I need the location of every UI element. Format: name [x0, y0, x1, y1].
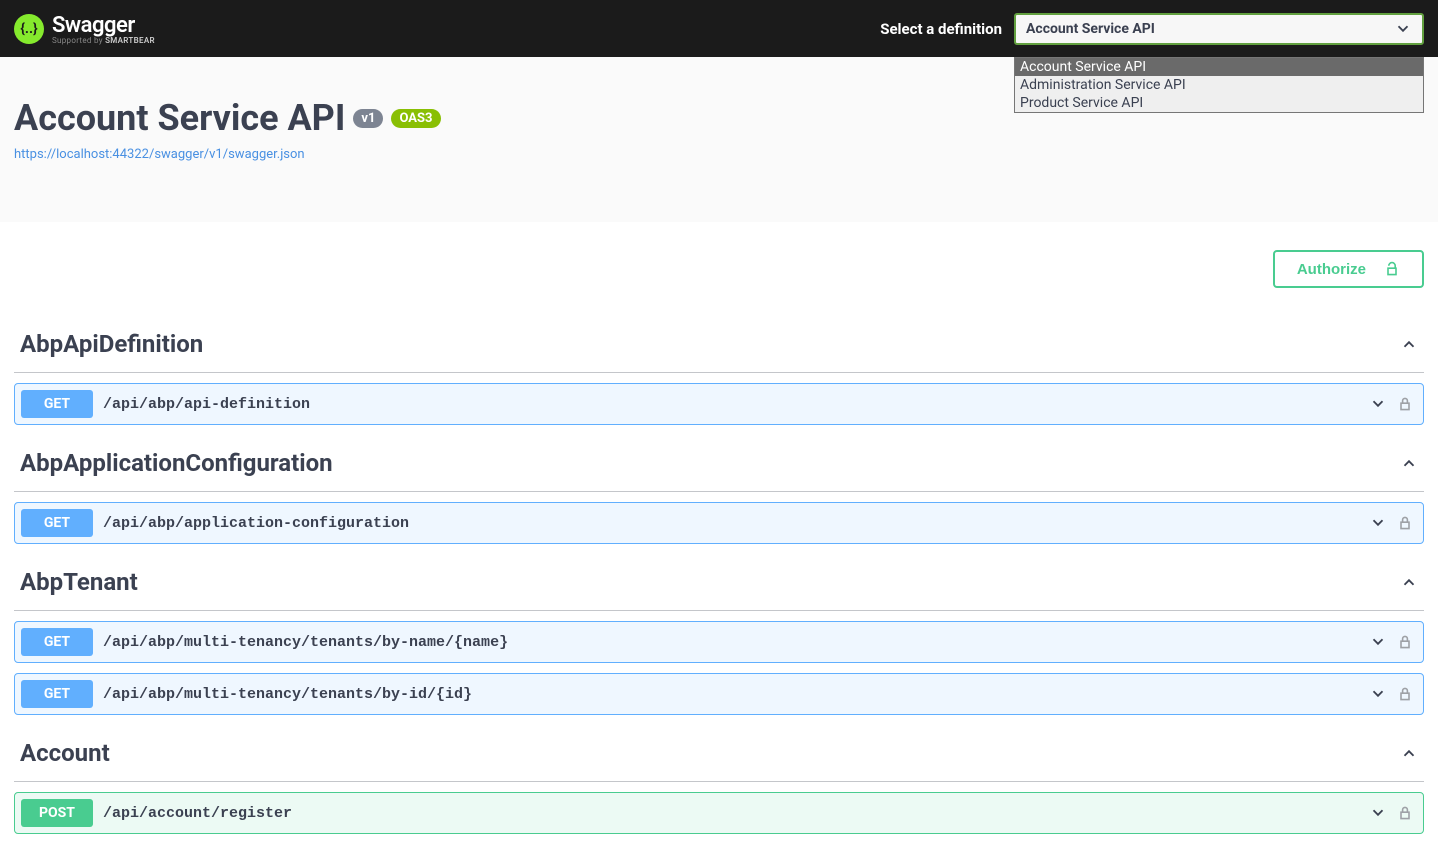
api-title: Account Service API [14, 97, 345, 139]
authorize-button-label: Authorize [1297, 261, 1366, 278]
tag-header[interactable]: AbpApiDefinition [14, 318, 1424, 373]
tag-name: AbpTenant [20, 568, 138, 596]
operation-row[interactable]: GET /api/abp/multi-tenancy/tenants/by-na… [14, 621, 1424, 663]
operations-content: Authorize AbpApiDefinition GET /api/abp/… [0, 222, 1438, 866]
chevron-up-icon [1400, 454, 1418, 472]
authorize-row: Authorize [14, 250, 1424, 288]
operation-icons [1369, 685, 1413, 703]
tag-name: AbpApplicationConfiguration [20, 449, 333, 477]
method-badge: GET [21, 680, 93, 708]
definition-option-product[interactable]: Product Service API [1015, 94, 1423, 112]
operation-path: /api/account/register [103, 805, 1359, 822]
definition-select-value: Account Service API [1026, 21, 1155, 37]
operation-row[interactable]: GET /api/abp/api-definition [14, 383, 1424, 425]
tag-header[interactable]: Account [14, 727, 1424, 782]
chevron-up-icon [1400, 573, 1418, 591]
spec-url-link[interactable]: https://localhost:44322/swagger/v1/swagg… [14, 147, 305, 162]
tag-name: Account [20, 739, 110, 767]
operation-path: /api/abp/multi-tenancy/tenants/by-name/{… [103, 634, 1359, 651]
authorize-button[interactable]: Authorize [1273, 250, 1424, 288]
chevron-down-icon[interactable] [1369, 685, 1387, 703]
select-definition-label: Select a definition [880, 20, 1002, 38]
operation-icons [1369, 514, 1413, 532]
method-badge: POST [21, 799, 93, 827]
tag-section-account: Account POST /api/account/register [14, 727, 1424, 834]
swagger-logo: {..} Swagger Supported by SMARTBEAR [14, 13, 155, 45]
lock-icon[interactable] [1397, 395, 1413, 413]
swagger-logo-icon: {..} [14, 14, 44, 44]
chevron-down-icon[interactable] [1369, 804, 1387, 822]
tag-section-abpapidefinition: AbpApiDefinition GET /api/abp/api-defini… [14, 318, 1424, 425]
tag-section-abptenant: AbpTenant GET /api/abp/multi-tenancy/ten… [14, 556, 1424, 715]
method-badge: GET [21, 509, 93, 537]
lock-icon[interactable] [1397, 633, 1413, 651]
operation-path: /api/abp/api-definition [103, 396, 1359, 413]
tag-header[interactable]: AbpApplicationConfiguration [14, 437, 1424, 492]
lock-icon[interactable] [1397, 514, 1413, 532]
topbar: {..} Swagger Supported by SMARTBEAR Sele… [0, 0, 1438, 57]
version-badge: v1 [353, 109, 383, 128]
chevron-down-icon[interactable] [1369, 633, 1387, 651]
operation-row[interactable]: POST /api/account/register [14, 792, 1424, 834]
lock-icon[interactable] [1397, 685, 1413, 703]
swagger-logo-text: Swagger [52, 13, 135, 38]
chevron-down-icon[interactable] [1369, 395, 1387, 413]
swagger-logo-subtitle: Supported by SMARTBEAR [52, 36, 155, 45]
definition-selector-wrap: Select a definition Account Service API … [880, 13, 1424, 45]
operation-row[interactable]: GET /api/abp/application-configuration [14, 502, 1424, 544]
chevron-up-icon [1400, 335, 1418, 353]
tag-name: AbpApiDefinition [20, 330, 203, 358]
chevron-down-icon[interactable] [1369, 514, 1387, 532]
chevron-up-icon [1400, 744, 1418, 762]
method-badge: GET [21, 628, 93, 656]
lock-open-icon [1384, 260, 1400, 278]
operation-icons [1369, 804, 1413, 822]
operation-row[interactable]: GET /api/abp/multi-tenancy/tenants/by-id… [14, 673, 1424, 715]
definition-option-account[interactable]: Account Service API [1015, 58, 1423, 76]
lock-icon[interactable] [1397, 804, 1413, 822]
tag-header[interactable]: AbpTenant [14, 556, 1424, 611]
oas-badge: OAS3 [391, 109, 440, 128]
definition-dropdown: Account Service API Administration Servi… [1014, 57, 1424, 113]
operation-icons [1369, 633, 1413, 651]
tag-section-abpapplicationconfiguration: AbpApplicationConfiguration GET /api/abp… [14, 437, 1424, 544]
method-badge: GET [21, 390, 93, 418]
definition-option-administration[interactable]: Administration Service API [1015, 76, 1423, 94]
chevron-down-icon [1394, 20, 1412, 38]
definition-select[interactable]: Account Service API [1014, 13, 1424, 45]
operation-path: /api/abp/multi-tenancy/tenants/by-id/{id… [103, 686, 1359, 703]
operation-path: /api/abp/application-configuration [103, 515, 1359, 532]
operation-icons [1369, 395, 1413, 413]
